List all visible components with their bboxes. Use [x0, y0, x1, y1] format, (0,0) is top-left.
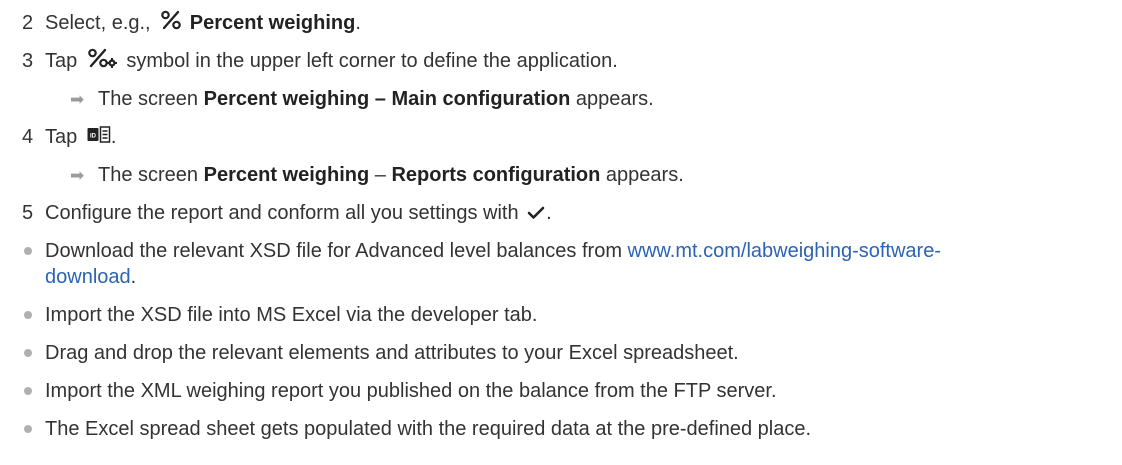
- reports-configuration-label: Reports configuration: [391, 164, 601, 186]
- main-configuration-label: Percent weighing – Main configuration: [203, 88, 571, 110]
- bullet-item: Import the XML weighing report you publi…: [45, 378, 777, 404]
- step-number: 3: [22, 50, 34, 72]
- step-text: Tap ID .: [45, 124, 116, 151]
- step-number: 4: [22, 126, 34, 148]
- step-text-after: .: [355, 12, 361, 34]
- bullet-dot: [24, 425, 32, 433]
- bullet-text: Import the XSD file into MS Excel via th…: [45, 304, 538, 326]
- bullet-text: Import the XML weighing report you publi…: [45, 380, 777, 402]
- step-text-before: Tap: [45, 50, 78, 72]
- step-text: Configure the report and conform all you…: [45, 200, 552, 227]
- step-number: 5: [22, 202, 34, 224]
- checkmark-icon: [527, 201, 545, 227]
- step-2: 2 Select, e.g., Percent weighing.: [0, 10, 1122, 36]
- bullet-dot: [24, 311, 32, 319]
- bullet-item: Drag and drop the relevant elements and …: [45, 340, 739, 366]
- bullet-dot: [24, 349, 32, 357]
- bullet-item: Download the relevant XSD file for Advan…: [45, 238, 941, 264]
- step-text: Select, e.g., Percent weighing.: [45, 10, 361, 37]
- step-text: Tap symbol in the upper left corner to d…: [45, 48, 618, 75]
- step-3: 3 Tap symbol in the upper left corner to…: [0, 48, 1122, 74]
- result-suffix: appears.: [605, 164, 684, 186]
- percent-icon: [160, 10, 182, 37]
- step-5: 5 Configure the report and conform all y…: [0, 200, 1122, 226]
- bullet-dot: [24, 247, 32, 255]
- result-suffix: appears.: [575, 88, 654, 110]
- step-4: 4 Tap ID .: [0, 124, 1122, 150]
- step-3-result: ➡ The screen Percent weighing – Main conf…: [0, 86, 1122, 112]
- bullet-text: Download the relevant XSD file for Advan…: [45, 240, 622, 262]
- percent-weighing-label: Percent weighing: [189, 12, 356, 34]
- report-id-icon: ID: [87, 124, 111, 151]
- step-text-before: Tap: [45, 126, 78, 148]
- step-text-before: Select, e.g.,: [45, 12, 151, 34]
- step-text-after: symbol in the upper left corner to defin…: [126, 50, 618, 72]
- percent-settings-icon: [87, 48, 117, 75]
- result-text: ➡ The screen Percent weighing – Main conf…: [70, 86, 654, 113]
- bullet-text: Drag and drop the relevant elements and …: [45, 342, 739, 364]
- step-text-after: .: [110, 126, 117, 148]
- download-link-continued[interactable]: download: [45, 266, 131, 288]
- result-prefix: The screen: [98, 164, 199, 186]
- bullet-dot: [24, 387, 32, 395]
- document-page: 2 Select, e.g., Percent weighing. 3 Tap: [0, 0, 1122, 465]
- result-arrow-icon: ➡: [70, 166, 85, 185]
- download-link[interactable]: www.mt.com/labweighing-software-: [628, 240, 941, 262]
- bullet-text-after: .: [130, 266, 137, 288]
- result-dash: –: [374, 164, 386, 186]
- svg-text:ID: ID: [90, 134, 97, 140]
- bullet-item-continued: download.: [45, 264, 136, 290]
- bullet-item: The Excel spread sheet gets populated wi…: [45, 416, 811, 442]
- percent-weighing-label: Percent weighing: [203, 164, 370, 186]
- step-text-after: .: [546, 202, 552, 224]
- step-number: 2: [22, 12, 34, 34]
- step-4-result: ➡ The screen Percent weighing – Reports c…: [0, 162, 1122, 188]
- result-arrow-icon: ➡: [70, 90, 85, 109]
- step-text-before: Configure the report and conform all you…: [45, 202, 519, 224]
- bullet-text: The Excel spread sheet gets populated wi…: [45, 418, 812, 440]
- result-prefix: The screen: [98, 88, 199, 110]
- bullet-item: Import the XSD file into MS Excel via th…: [45, 302, 537, 328]
- result-text: ➡ The screen Percent weighing – Reports c…: [70, 162, 684, 189]
